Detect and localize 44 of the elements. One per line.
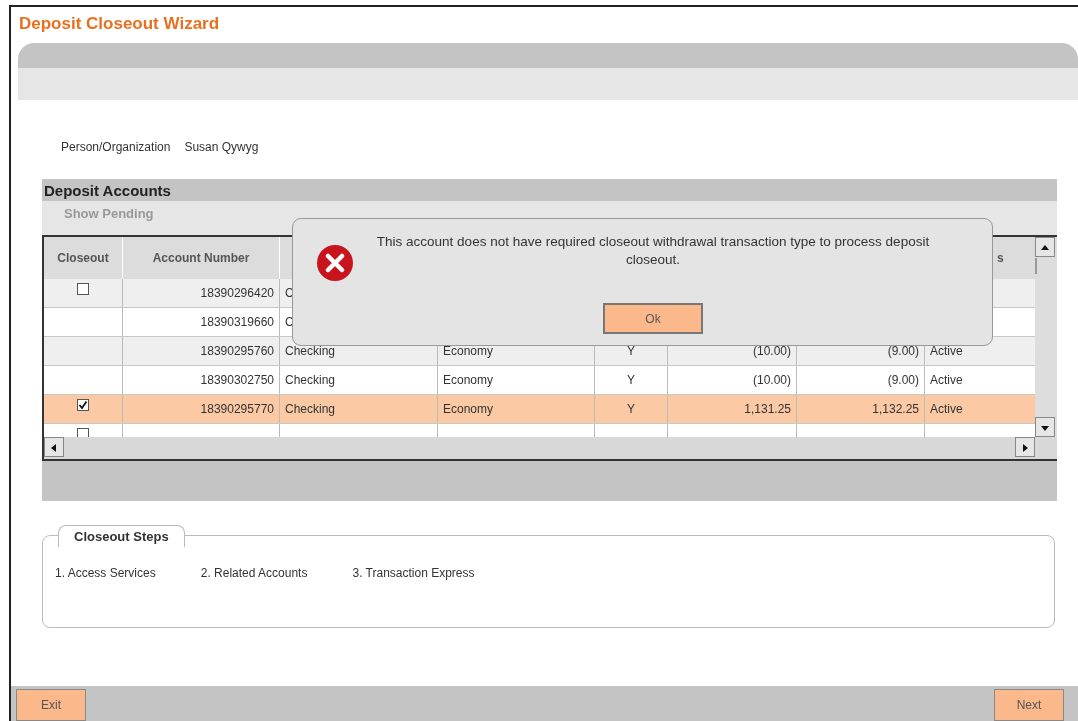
table-cell-text: Checking: [285, 401, 336, 418]
table-cell-text: 18390295760: [200, 343, 274, 360]
table-cell-text: 18390302750: [200, 372, 274, 389]
error-icon: [315, 243, 355, 283]
checkbox[interactable]: [77, 428, 89, 437]
field-label: Person/Organization: [61, 139, 171, 156]
table-cell-text: (10.00): [752, 343, 791, 360]
section-header: Deposit Accounts: [42, 179, 1057, 201]
field-value: Susan Qywyg: [184, 139, 259, 156]
table-cell-text: Active: [930, 401, 963, 418]
table-cell-text: Active: [930, 372, 963, 389]
table-cell-text: Economy: [443, 372, 494, 389]
table-cell-text: 18390319660: [200, 314, 274, 331]
show-pending-link[interactable]: Show Pending: [64, 206, 154, 221]
step-label: 3. Transaction Express: [352, 565, 475, 582]
scroll-right-icon: [1015, 437, 1035, 457]
table-cell-text: 18390295770: [200, 401, 274, 418]
column-header: Closeout: [44, 237, 123, 279]
section-title: Closeout Steps: [58, 525, 185, 547]
table-cell-text: Y: [627, 401, 635, 418]
table-cell-text: Active: [930, 343, 963, 360]
table-cell-text: (10.00): [752, 372, 791, 389]
table-cell-text: (9.00): [887, 372, 919, 389]
exit-button[interactable]: Exit: [16, 689, 86, 721]
window-title: Deposit Closeout Wizard: [18, 13, 221, 35]
table-cell-text: Y: [627, 372, 635, 389]
table-row[interactable]: 18390302750 Checking Economy Y (10.00) (9.00) Active: [44, 366, 1035, 395]
table-cell-text: Y: [627, 343, 635, 360]
table-row[interactable]: 18390295770 Checking Economy Y 1,131.25 1,132.25 Active: [44, 395, 1035, 424]
table-cell-text: Checking: [285, 372, 336, 389]
table-cell-text: 1,131.25: [744, 401, 791, 418]
step-label: 1. Access Services: [55, 565, 156, 582]
table-cell-text: (9.00): [887, 343, 919, 360]
next-button[interactable]: Next: [994, 689, 1064, 721]
table-cell-text: 1,132.25: [872, 401, 919, 418]
step-label: 2. Related Accounts: [200, 565, 308, 582]
ok-button[interactable]: Ok: [603, 303, 703, 335]
table-cell-text: Economy: [443, 343, 494, 360]
table-cell-text: 18390296420: [200, 285, 274, 302]
checkbox[interactable]: [77, 399, 89, 411]
column-header: Account Number: [123, 237, 280, 279]
table-cell-text: Checking: [285, 343, 336, 360]
checkbox[interactable]: [77, 283, 89, 295]
table-cell-text: Economy: [443, 401, 494, 418]
